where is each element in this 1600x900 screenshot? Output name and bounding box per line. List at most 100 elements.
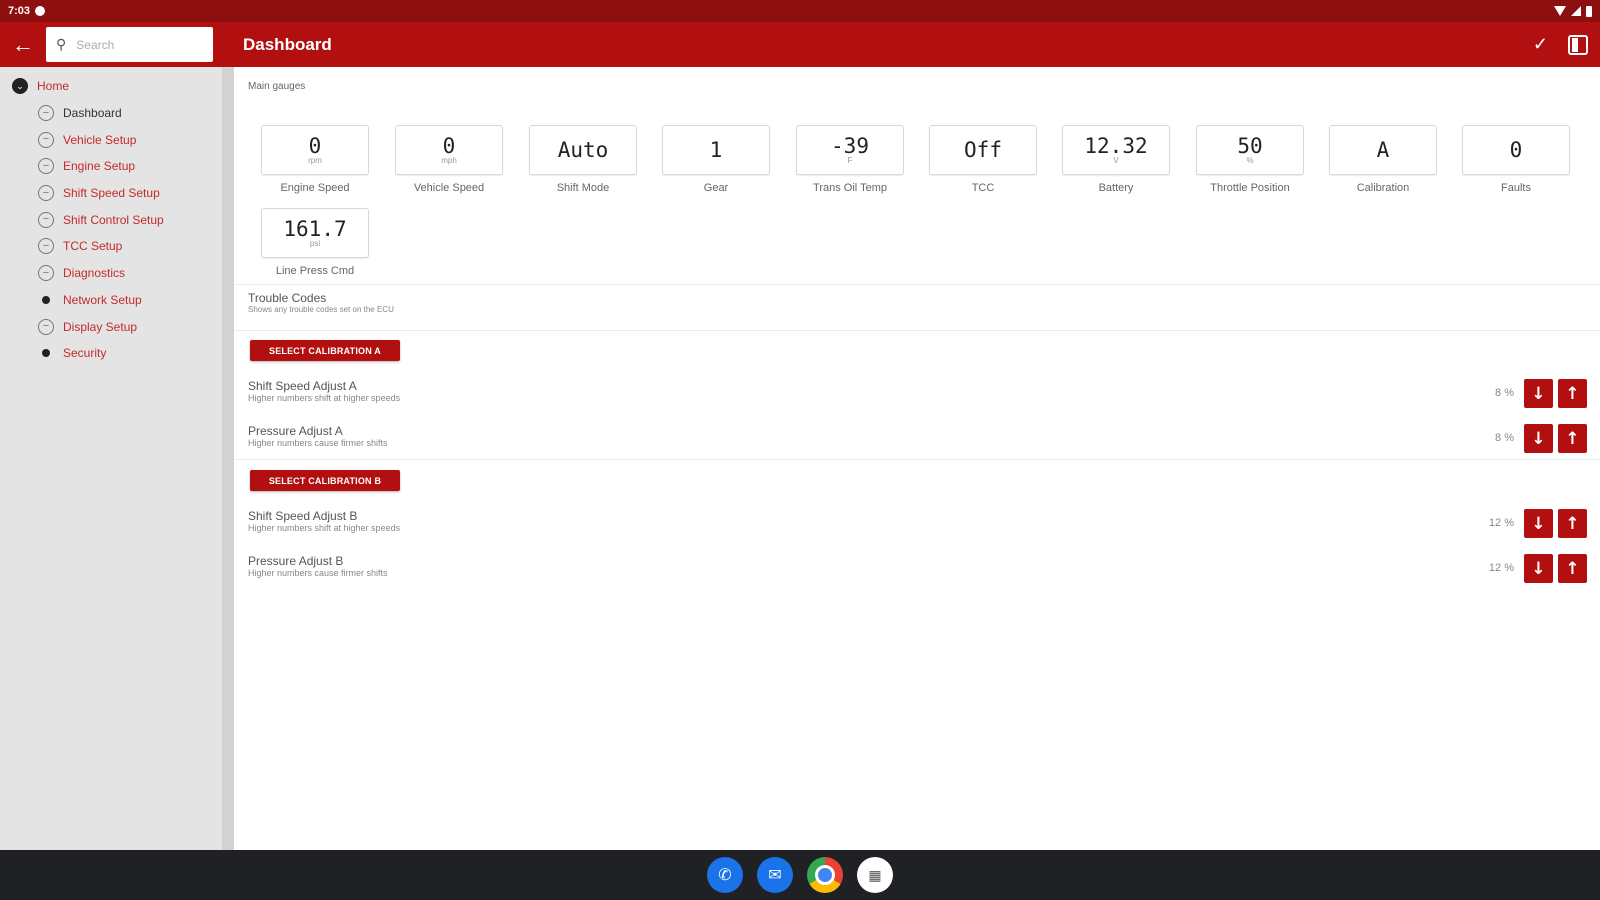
arrow-up-icon: ↑ [1565,513,1580,534]
sidebar-item-network-setup[interactable]: Network Setup [0,287,222,314]
gauge-tcc: Off TCC [929,125,1037,194]
status-icons [1554,5,1592,17]
decrease-button[interactable]: ↓ [1524,554,1553,583]
gauge-value: Auto [557,137,609,162]
gauge-box: -39 F [796,125,904,175]
sidebar-item-shift-control-setup[interactable]: − Shift Control Setup [0,206,222,233]
sidebar-item-tcc-setup[interactable]: − TCC Setup [0,233,222,260]
gauge-label: Shift Mode [556,182,610,194]
gauge-value: 0 [308,133,322,158]
sidebar: ⌄ Home − Dashboard − Vehicle Setup − Eng… [0,67,234,850]
page-title: Dashboard [243,34,332,54]
gauge-label: Gear [703,182,729,194]
sidebar-item-label: Shift Control Setup [63,212,164,227]
gauge-value: 161.7 [283,216,347,241]
gauge-unit: rpm [308,156,322,166]
decrease-button[interactable]: ↓ [1524,424,1553,453]
gauge-faults: 0 Faults [1462,125,1570,194]
battery-icon [1586,5,1592,17]
sidebar-item-label: Vehicle Setup [63,132,137,147]
gauge-box: 50 % [1196,125,1304,175]
setting-title: Shift Speed Adjust B [248,509,358,523]
appbar-actions: ✓ [1533,34,1600,55]
setting-subtitle: Higher numbers shift at higher speeds [248,393,401,403]
gauge-shift-mode: Auto Shift Mode [529,125,637,194]
gauge-engine-speed: 0 rpm Engine Speed [261,125,369,194]
gauge-box: Auto [529,125,637,175]
wifi-icon [1554,6,1566,16]
phone-icon[interactable]: ✆ [707,857,743,893]
side-panel-icon[interactable] [1568,34,1588,55]
circle-icon: − [38,105,54,122]
sidebar-item-security[interactable]: Security [0,340,222,367]
gauge-gear: 1 Gear [662,125,770,194]
arrow-down-icon: ↓ [1531,428,1546,449]
back-button[interactable]: ← [0,22,46,67]
search-box[interactable]: ⚲ [46,27,213,62]
arrow-down-icon: ↓ [1531,383,1546,404]
setting-title: Pressure Adjust B [248,554,344,568]
sidebar-item-dashboard[interactable]: − Dashboard [0,100,222,127]
gauge-value: -39 [831,133,869,158]
increase-button[interactable]: ↑ [1558,554,1587,583]
bullet-icon [38,292,54,308]
circle-icon: − [38,185,54,202]
circle-icon: − [38,238,54,255]
sidebar-item-label: Network Setup [63,292,142,307]
arrow-up-icon: ↑ [1565,428,1580,449]
sidebar-item-shift-speed-setup[interactable]: − Shift Speed Setup [0,180,222,207]
check-icon[interactable]: ✓ [1533,34,1548,55]
sidebar-item-diagnostics[interactable]: − Diagnostics [0,260,222,287]
sidebar-item-home[interactable]: ⌄ Home [0,73,222,100]
sidebar-item-display-setup[interactable]: − Display Setup [0,313,222,340]
gauge-value: 0 [1509,137,1523,162]
circle-icon: − [38,211,54,228]
gauge-label: TCC [971,182,995,194]
divider [234,459,1600,460]
list-item: Shift Speed Adjust B Higher numbers shif… [234,509,1600,549]
gauge-value: 1 [709,137,723,162]
decrease-button[interactable]: ↓ [1524,509,1553,538]
arrow-down-icon: ↓ [1531,513,1546,534]
gauge-box: A [1329,125,1437,175]
arrow-down-icon: ↓ [1531,558,1546,579]
sidebar-item-label: TCC Setup [63,239,123,254]
increase-button[interactable]: ↑ [1558,509,1587,538]
messages-icon[interactable]: ✉ [757,857,793,893]
gauge-vehicle-speed: 0 mph Vehicle Speed [395,125,503,194]
chevron-down-icon: ⌄ [12,78,28,95]
decrease-button[interactable]: ↓ [1524,379,1553,408]
divider [234,330,1600,331]
sidebar-item-label: Diagnostics [63,266,126,281]
trouble-codes-title[interactable]: Trouble Codes [248,291,326,305]
gauge-unit: psi [309,239,321,249]
gauge-label: Vehicle Speed [413,182,485,194]
select-calibration-a-button[interactable]: Select Calibration A [250,340,400,361]
gauge-box: 12.32 V [1062,125,1170,175]
gauge-trans-oil-temp: -39 F Trans Oil Temp [796,125,904,194]
gauge-calibration: A Calibration [1329,125,1437,194]
arrow-up-icon: ↑ [1565,383,1580,404]
gauge-value: 12.32 [1084,133,1148,158]
gauge-value: 0 [442,133,456,158]
select-calibration-b-button[interactable]: Select Calibration B [250,470,400,491]
setting-subtitle: Higher numbers shift at higher speeds [248,523,401,533]
gauge-box: Off [929,125,1037,175]
increase-button[interactable]: ↑ [1558,424,1587,453]
bullet-icon [38,345,54,361]
gauge-label: Throttle Position [1210,182,1290,194]
sidebar-item-label: Dashboard [63,106,122,121]
gauge-label: Calibration [1356,182,1410,194]
chrome-icon[interactable] [807,857,843,893]
app-drawer-icon[interactable]: ▦ [857,857,893,893]
increase-button[interactable]: ↑ [1558,379,1587,408]
sidebar-item-label: Security [63,346,107,361]
gauge-line-press-cmd: 161.7 psi Line Press Cmd [261,208,369,277]
section-label: Main gauges [248,81,306,92]
gauge-box: 1 [662,125,770,175]
search-input[interactable] [76,37,187,52]
sidebar-item-engine-setup[interactable]: − Engine Setup [0,153,222,180]
main-content: Main gauges 0 rpm Engine Speed 0 mph Veh… [234,67,1600,850]
notification-icon [35,6,46,16]
sidebar-item-vehicle-setup[interactable]: − Vehicle Setup [0,126,222,153]
